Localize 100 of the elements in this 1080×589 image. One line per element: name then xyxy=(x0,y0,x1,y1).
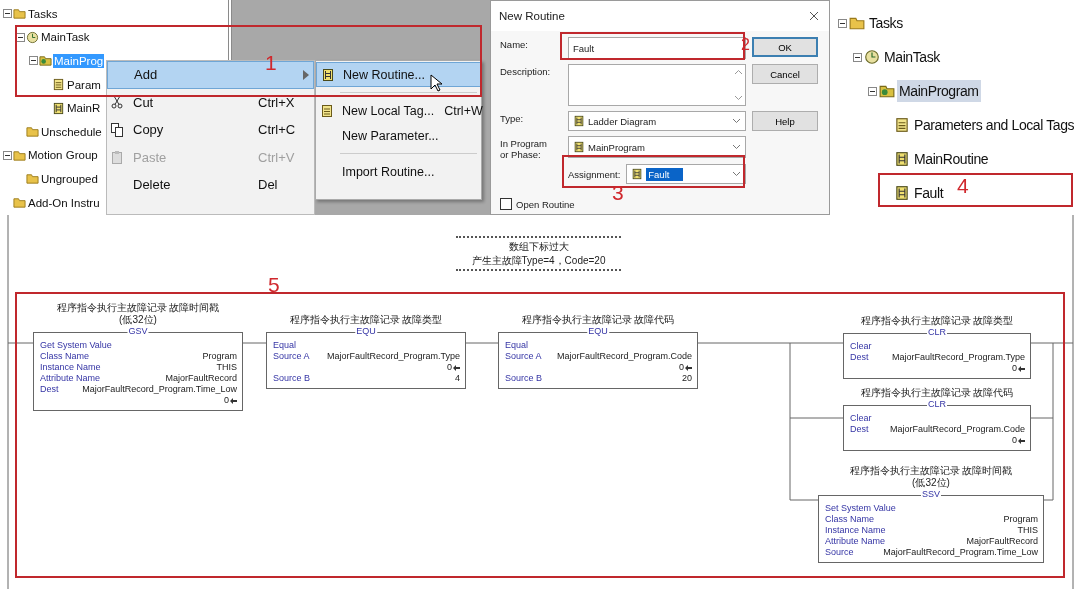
instruction-mnemonic: CLR xyxy=(927,327,947,338)
dropdown-field[interactable]: MainProgram xyxy=(568,136,746,158)
menu-item[interactable]: New Routine... xyxy=(316,62,481,87)
instruction-comment: 程序指令执行主故障记录 故障时间戳 (低32位) xyxy=(56,302,220,325)
shortcut-text: Ctrl+W xyxy=(444,103,483,118)
instruction-name: Equal xyxy=(505,340,530,351)
chevron-up-icon xyxy=(733,69,743,75)
menu-item[interactable]: Delete Del xyxy=(107,171,314,199)
document-icon xyxy=(52,101,65,115)
description-field[interactable] xyxy=(568,64,746,106)
operand-label: Instance Name xyxy=(825,525,886,536)
document-icon xyxy=(894,151,910,167)
shortcut-text: Del xyxy=(258,177,279,193)
instruction-name: Set System Value xyxy=(825,503,897,514)
dialog-button[interactable]: OK xyxy=(752,37,818,57)
collapse-icon[interactable] xyxy=(3,150,12,160)
tree-item[interactable]: Fault xyxy=(912,182,946,204)
instruction-comment: 程序指令执行主故障记录 故障时间戳 (低32位) xyxy=(849,465,1013,488)
document-icon xyxy=(573,141,585,153)
annotation-number: 3 xyxy=(612,182,624,203)
arrow-left-icon xyxy=(230,397,237,404)
dialog-button[interactable]: Help xyxy=(752,111,818,131)
tree-item[interactable]: Unschedule xyxy=(40,124,103,139)
annotation-number: 5 xyxy=(268,274,280,295)
operand-value: MajorFaultRecord_Program.Code xyxy=(889,424,1025,435)
tree-item[interactable]: MainR xyxy=(66,101,102,116)
shortcut-text: Ctrl+C xyxy=(258,122,297,138)
operand-value: MajorFaultRecord xyxy=(966,536,1038,547)
collapse-icon[interactable] xyxy=(838,18,847,28)
collapse-icon[interactable] xyxy=(16,32,25,42)
operand-label: Source xyxy=(825,547,854,558)
clock-icon xyxy=(26,30,39,44)
live-value: 0 xyxy=(1012,363,1017,374)
tree-item[interactable]: MainProgram xyxy=(897,80,981,102)
operand-value: 20 xyxy=(682,373,692,384)
folder-icon xyxy=(26,172,39,186)
collapse-icon[interactable] xyxy=(868,86,877,96)
operand-value: MajorFaultRecord xyxy=(165,373,237,384)
cursor-icon xyxy=(430,74,442,92)
live-value: 0 xyxy=(224,395,229,406)
menu-item[interactable]: Copy Ctrl+C xyxy=(107,116,314,144)
folder-icon xyxy=(13,196,26,210)
menu-item[interactable]: New Parameter... xyxy=(316,123,481,148)
operand-value: MajorFaultRecord_Program.Time_Low xyxy=(883,547,1038,558)
operand-value: MajorFaultRecord_Program.Type xyxy=(326,351,460,362)
shortcut-text: Ctrl+X xyxy=(258,94,296,110)
operand-label: Attribute Name xyxy=(40,373,101,384)
operand-value: Program xyxy=(202,351,237,362)
operand-label: Dest xyxy=(40,384,59,395)
menu-item[interactable]: New Local Tag... Ctrl+W xyxy=(316,98,481,123)
tree-item[interactable]: MainTask xyxy=(40,30,91,45)
operand-value: THIS xyxy=(216,362,237,373)
collapse-icon[interactable] xyxy=(29,56,38,66)
tree-item[interactable]: Add-On Instru xyxy=(27,195,101,210)
operand-label: Class Name xyxy=(40,351,89,362)
operand-label: Attribute Name xyxy=(825,536,886,547)
notepad-icon xyxy=(894,117,910,133)
collapse-icon[interactable] xyxy=(3,9,12,19)
document-icon xyxy=(631,168,644,180)
tree-item[interactable]: MainTask xyxy=(882,46,942,68)
close-icon[interactable] xyxy=(809,11,819,21)
document-icon xyxy=(894,185,910,201)
operand-value: THIS xyxy=(1017,525,1038,536)
chevron-down-icon xyxy=(732,171,741,177)
folder-icon xyxy=(879,83,895,99)
open-routine-checkbox[interactable]: Open Routine xyxy=(500,198,575,210)
menu-item[interactable]: Import Routine... xyxy=(316,159,481,184)
folder-icon xyxy=(849,15,865,31)
tree-item[interactable]: Motion Group xyxy=(27,148,99,163)
submenu-arrow-icon xyxy=(303,69,309,80)
tree-item[interactable]: Parameters and Local Tags xyxy=(912,114,1077,136)
operand-label: Instance Name xyxy=(40,362,101,373)
operand-label: Source A xyxy=(273,351,310,362)
chevron-down-icon xyxy=(732,144,741,150)
instruction-name: Equal xyxy=(273,340,298,351)
field-label: In Program or Phase: xyxy=(500,137,548,158)
arrow-left-icon xyxy=(685,364,692,371)
dropdown-field[interactable]: Ladder Diagram xyxy=(568,111,746,131)
clock-icon xyxy=(864,49,880,65)
assignment-dropdown[interactable]: Fault xyxy=(626,164,746,184)
document-icon xyxy=(573,115,585,127)
field-label: Type: xyxy=(500,112,525,126)
notepad-icon xyxy=(320,103,334,118)
instruction-comment: 程序指令执行主故障记录 故障类型 xyxy=(860,314,1014,326)
copy-icon xyxy=(111,122,123,137)
rung-comment: 数组下标过大 xyxy=(508,240,569,254)
rung-comment: 产生主故障Type=4，Code=20 xyxy=(471,253,606,267)
instruction-mnemonic: CLR xyxy=(927,399,947,410)
tree-item[interactable]: Tasks xyxy=(867,12,905,34)
tree-item[interactable]: Param xyxy=(66,77,102,92)
tree-item[interactable]: Tasks xyxy=(27,6,59,21)
live-value: 0 xyxy=(679,362,684,373)
instruction-name: Get System Value xyxy=(40,340,113,351)
operand-value: Program xyxy=(1003,514,1038,525)
tree-item[interactable]: Ungrouped xyxy=(40,171,99,186)
collapse-icon[interactable] xyxy=(853,52,862,62)
menu-item[interactable]: Cut Ctrl+X xyxy=(107,88,314,116)
tree-item[interactable]: MainRoutine xyxy=(912,148,991,170)
operand-label: Source B xyxy=(273,373,311,384)
dialog-button[interactable]: Cancel xyxy=(752,64,818,84)
